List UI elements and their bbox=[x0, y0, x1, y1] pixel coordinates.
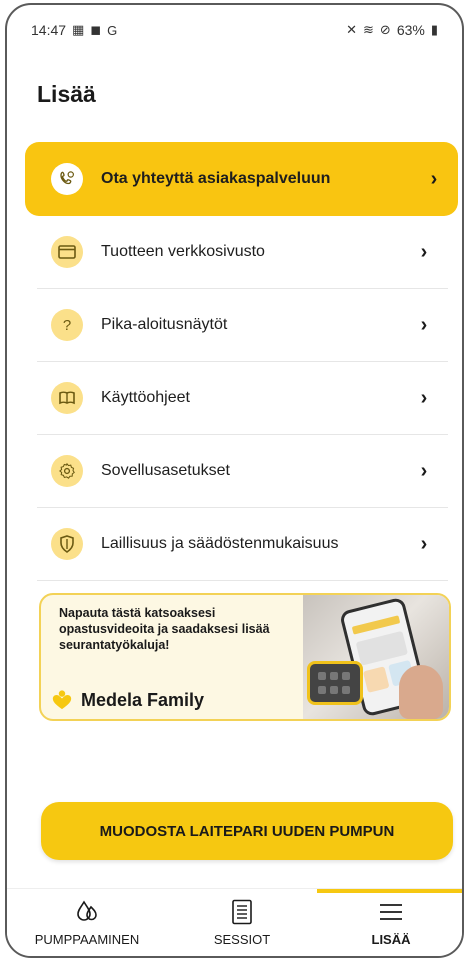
menu-item-legal[interactable]: Laillisuus ja säädöstenmukaisuus › bbox=[37, 508, 448, 581]
active-tab-indicator bbox=[317, 889, 462, 893]
phone-support-icon bbox=[51, 163, 83, 195]
menu-list: Ota yhteyttä asiakaspalveluun › Tuotteen… bbox=[7, 142, 462, 581]
brand: Medela Family bbox=[51, 689, 204, 711]
menu-item-label: Pika-aloitusnäytöt bbox=[101, 316, 228, 333]
message-icon: ◼ bbox=[90, 22, 102, 37]
menu-item-label: Ota yhteyttä asiakaspalveluun bbox=[101, 170, 331, 187]
chevron-right-icon: › bbox=[420, 459, 428, 482]
page-title: Lisää bbox=[37, 81, 96, 107]
menu-item-user-manuals[interactable]: Käyttöohjeet › bbox=[37, 362, 448, 435]
banner-photo bbox=[303, 595, 449, 719]
medela-heart-logo-icon bbox=[52, 690, 72, 710]
breast-pump-device bbox=[307, 661, 363, 705]
battery-icon: ▮ bbox=[430, 22, 438, 37]
menu-item-app-settings[interactable]: Sovellusasetukset › bbox=[37, 435, 448, 508]
book-icon bbox=[51, 382, 83, 414]
tab-sessions[interactable]: SESSIOT bbox=[167, 899, 317, 956]
status-bar: 14:47 ▦ ◼ G ✕ ≋ ⊘ 63% ▮ bbox=[7, 5, 462, 55]
notification-icon: ▦ bbox=[72, 22, 85, 37]
battery-percent: 63% bbox=[396, 22, 425, 38]
chevron-right-icon: › bbox=[420, 240, 428, 263]
banner-text: Napauta tästä katsoaksesi opastusvideoit… bbox=[59, 606, 270, 652]
chevron-right-icon: › bbox=[430, 167, 438, 190]
chevron-right-icon: › bbox=[420, 532, 428, 555]
bottom-tab-bar: PUMPPAAMINEN SESSIOT LISÄÄ bbox=[7, 888, 462, 956]
browser-window-icon bbox=[51, 236, 83, 268]
menu-item-label: Sovellusasetukset bbox=[101, 462, 230, 479]
tab-label: LISÄÄ bbox=[371, 932, 411, 947]
pair-new-pump-button[interactable]: MUODOSTA LAITEPARI UUDEN PUMPUN bbox=[41, 802, 453, 860]
phone-frame: 14:47 ▦ ◼ G ✕ ≋ ⊘ 63% ▮ Lisää Ota yhteyt… bbox=[5, 3, 464, 958]
tab-more[interactable]: LISÄÄ bbox=[316, 899, 462, 956]
menu-item-product-website[interactable]: Tuotteen verkkosivusto › bbox=[37, 216, 448, 289]
chevron-right-icon: › bbox=[420, 386, 428, 409]
tab-label: SESSIOT bbox=[213, 932, 271, 947]
mute-icon: ✕ bbox=[346, 22, 357, 37]
drops-icon bbox=[74, 899, 100, 925]
settings-gear-icon bbox=[51, 455, 83, 487]
shield-icon bbox=[51, 528, 83, 560]
menu-item-label: Tuotteen verkkosivusto bbox=[101, 243, 265, 260]
hand bbox=[399, 665, 443, 719]
menu-item-contact-support[interactable]: Ota yhteyttä asiakaspalveluun › bbox=[25, 142, 458, 216]
status-time: 14:47 bbox=[31, 22, 67, 38]
menu-item-quick-start[interactable]: ? Pika-aloitusnäytöt › bbox=[37, 289, 448, 362]
wifi-icon: ≋ bbox=[363, 22, 374, 37]
menu-item-label: Käyttöohjeet bbox=[101, 389, 190, 406]
chevron-right-icon: › bbox=[420, 313, 428, 336]
tab-pumping[interactable]: PUMPPAAMINEN bbox=[12, 899, 162, 956]
do-not-disturb-icon: ⊘ bbox=[379, 22, 391, 37]
brand-name: Medela Family bbox=[81, 689, 205, 710]
tab-label: PUMPPAAMINEN bbox=[34, 932, 140, 947]
medela-family-banner[interactable]: Napauta tästä katsoaksesi opastusvideoit… bbox=[39, 593, 451, 721]
hamburger-menu-icon bbox=[378, 899, 404, 925]
menu-item-label: Laillisuus ja säädöstenmukaisuus bbox=[101, 535, 339, 552]
g-letter: G bbox=[107, 22, 118, 38]
question-icon: ? bbox=[51, 309, 83, 341]
document-list-icon bbox=[231, 899, 253, 925]
